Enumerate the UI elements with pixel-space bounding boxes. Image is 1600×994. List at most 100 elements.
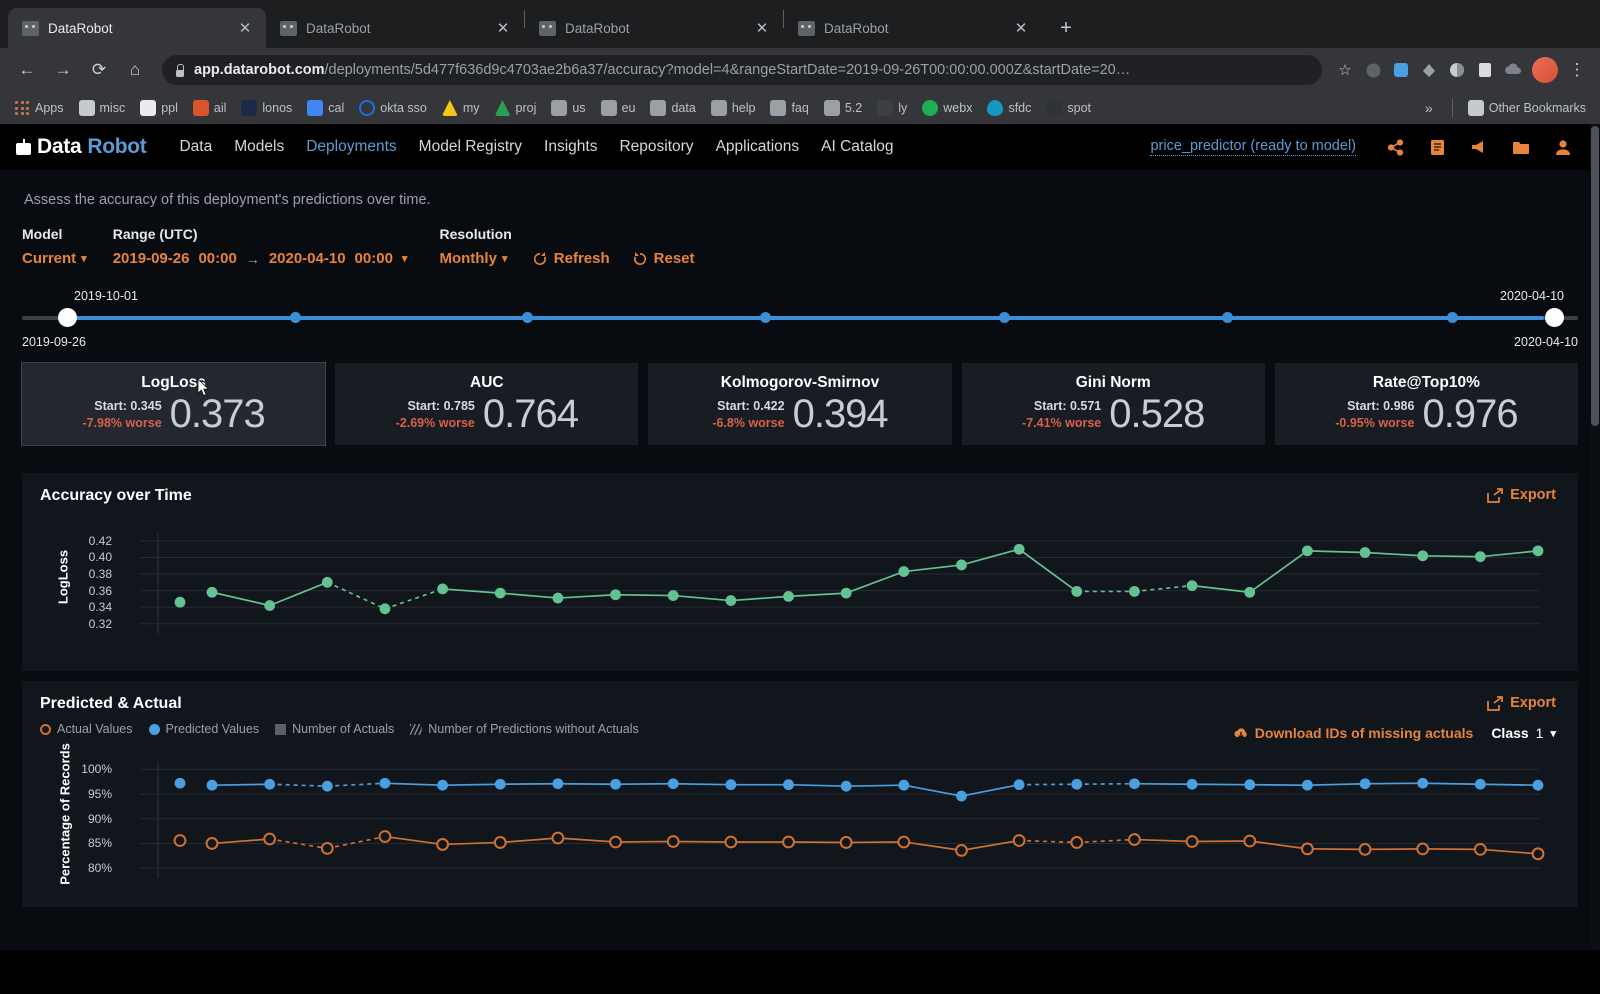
- range-start-time[interactable]: 00:00: [198, 250, 236, 267]
- user-icon[interactable]: [1542, 132, 1584, 162]
- nav-item-data[interactable]: Data: [168, 138, 223, 156]
- export-predicted-button[interactable]: Export: [1487, 695, 1556, 711]
- extension-icon-4[interactable]: [1444, 57, 1470, 83]
- bookmark-ionos[interactable]: lonos: [235, 97, 298, 119]
- export-accuracy-button[interactable]: Export: [1487, 487, 1556, 503]
- slider-tick[interactable]: [1447, 312, 1458, 323]
- bookmark-ail[interactable]: ail: [187, 97, 233, 119]
- extension-icon-3[interactable]: [1416, 57, 1442, 83]
- nav-item-ai-catalog[interactable]: AI Catalog: [810, 138, 904, 156]
- nav-item-models[interactable]: Models: [223, 138, 295, 156]
- bookmark-label: ppl: [161, 101, 178, 115]
- notes-icon[interactable]: [1416, 132, 1458, 162]
- bookmark-faq[interactable]: faq: [764, 97, 814, 119]
- project-name-link[interactable]: price_predictor (ready to model): [1150, 138, 1356, 156]
- range-end-date[interactable]: 2020-04-10: [269, 250, 346, 267]
- slider-tick[interactable]: [760, 312, 771, 323]
- slider-tick[interactable]: [290, 312, 301, 323]
- legend-number-of-actuals[interactable]: Number of Actuals: [275, 722, 394, 736]
- class-selector[interactable]: Class 1 ▾: [1491, 725, 1556, 741]
- browser-tab[interactable]: DataRobot ✕: [266, 8, 524, 48]
- bookmark-ly[interactable]: ly: [871, 97, 913, 119]
- avatar[interactable]: [1532, 57, 1558, 83]
- range-end-time[interactable]: 00:00: [355, 250, 393, 267]
- nav-item-insights[interactable]: Insights: [533, 138, 608, 156]
- address-bar[interactable]: app.datarobot.com/deployments/5d477f636d…: [162, 55, 1322, 85]
- model-value: Current: [22, 250, 77, 267]
- predicted-actual-chart[interactable]: Percentage of Records 100% 95% 90% 85% 80%: [40, 743, 1560, 900]
- bookmark-ppl[interactable]: ppl: [134, 97, 184, 119]
- bookmark-data[interactable]: data: [644, 97, 701, 119]
- extension-icon-1[interactable]: [1360, 57, 1386, 83]
- scrollbar-thumb[interactable]: [1591, 126, 1599, 426]
- back-icon[interactable]: ←: [10, 53, 44, 87]
- bookmark-misc[interactable]: misc: [73, 97, 132, 119]
- metric-card-gini-norm[interactable]: Gini Norm Start: 0.571 -7.41% worse 0.52…: [961, 363, 1265, 445]
- metric-card-logloss[interactable]: LogLoss Start: 0.345 -7.98% worse 0.373: [20, 362, 327, 446]
- legend-predictions-without-actuals[interactable]: Number of Predictions without Actuals: [410, 722, 639, 736]
- browser-tab[interactable]: DataRobot ✕: [8, 8, 266, 48]
- share-icon[interactable]: [1374, 132, 1416, 162]
- extension-icon-2[interactable]: [1388, 57, 1414, 83]
- extension-icon-6[interactable]: [1500, 57, 1526, 83]
- bookmark-okta[interactable]: okta sso: [353, 97, 433, 119]
- chevron-down-icon[interactable]: ▾: [402, 252, 408, 265]
- bookmark-my[interactable]: my: [436, 97, 486, 119]
- slider-handle-end[interactable]: [1545, 308, 1564, 327]
- bookmark-us[interactable]: us: [545, 97, 591, 119]
- metric-card-rate-at-top10[interactable]: Rate@Top10% Start: 0.986 -0.95% worse 0.…: [1274, 363, 1579, 445]
- y-axis-tick: 85%: [87, 836, 112, 851]
- bookmarks-overflow-icon[interactable]: »: [1415, 100, 1443, 116]
- slider-tick[interactable]: [999, 312, 1010, 323]
- legend-predicted-values[interactable]: Predicted Values: [148, 722, 259, 736]
- refresh-button[interactable]: Refresh: [532, 250, 610, 267]
- accuracy-chart[interactable]: LogLoss 0.42 0.40 0.38 0.36 0.34 0.32: [40, 513, 1560, 663]
- browser-tab[interactable]: DataRobot ✕: [525, 8, 783, 48]
- time-range-slider[interactable]: 2019-10-01 2020-04-10 2019-09-26 2020-04…: [22, 289, 1578, 349]
- other-bookmarks-button[interactable]: Other Bookmarks: [1462, 97, 1592, 119]
- bookmark-sfdc[interactable]: sfdc: [981, 97, 1037, 119]
- nav-item-applications[interactable]: Applications: [705, 138, 811, 156]
- range-start-date[interactable]: 2019-09-26: [113, 250, 190, 267]
- close-icon[interactable]: ✕: [492, 17, 514, 39]
- download-missing-actuals-button[interactable]: Download IDs of missing actuals: [1233, 725, 1473, 741]
- bookmark-apps[interactable]: Apps: [8, 97, 70, 119]
- metric-card-kolmogorov-smirnov[interactable]: Kolmogorov-Smirnov Start: 0.422 -6.8% wo…: [648, 363, 952, 445]
- datarobot-logo[interactable]: Data Robot: [16, 135, 147, 159]
- bookmark-cal[interactable]: cal: [301, 97, 350, 119]
- model-select[interactable]: Current ▾: [22, 250, 87, 267]
- tab-title: DataRobot: [306, 20, 371, 36]
- slider-tick[interactable]: [1222, 312, 1233, 323]
- forward-icon[interactable]: →: [46, 53, 80, 87]
- slider-handle-start[interactable]: [58, 308, 77, 327]
- reload-icon[interactable]: ⟳: [82, 53, 116, 87]
- legend-label: Actual Values: [57, 722, 133, 736]
- close-icon[interactable]: ✕: [751, 17, 773, 39]
- browser-tab[interactable]: DataRobot ✕: [784, 8, 1042, 48]
- bookmark-star-icon[interactable]: ☆: [1332, 57, 1358, 83]
- extension-icon-5[interactable]: [1472, 57, 1498, 83]
- close-icon[interactable]: ✕: [1010, 17, 1032, 39]
- chrome-menu-icon[interactable]: ⋮: [1564, 60, 1590, 80]
- metric-card-auc[interactable]: AUC Start: 0.785 -2.69% worse 0.764: [335, 363, 639, 445]
- slider-tick[interactable]: [522, 312, 533, 323]
- bookmark-help[interactable]: help: [705, 97, 762, 119]
- bookmark-proj[interactable]: proj: [489, 97, 543, 119]
- new-tab-button[interactable]: +: [1052, 14, 1080, 42]
- nav-item-repository[interactable]: Repository: [608, 138, 704, 156]
- resolution-select[interactable]: Monthly ▾: [439, 250, 511, 267]
- page-scrollbar[interactable]: [1590, 124, 1600, 950]
- home-icon[interactable]: ⌂: [118, 53, 152, 87]
- legend-actual-values[interactable]: Actual Values: [40, 722, 133, 736]
- folder-icon[interactable]: [1500, 132, 1542, 162]
- nav-item-model-registry[interactable]: Model Registry: [408, 138, 533, 156]
- bookmark-eu[interactable]: eu: [595, 97, 642, 119]
- nav-item-deployments[interactable]: Deployments: [295, 138, 407, 156]
- megaphone-icon[interactable]: [1458, 132, 1500, 162]
- bookmark-52[interactable]: 5.2: [818, 97, 868, 119]
- close-icon[interactable]: ✕: [234, 17, 256, 39]
- reset-button[interactable]: Reset: [632, 250, 695, 267]
- bookmark-spot[interactable]: spot: [1040, 97, 1097, 119]
- bookmark-webx[interactable]: webx: [916, 97, 978, 119]
- range-picker[interactable]: 2019-09-26 00:00 → 2020-04-10 00:00 ▾: [113, 250, 408, 267]
